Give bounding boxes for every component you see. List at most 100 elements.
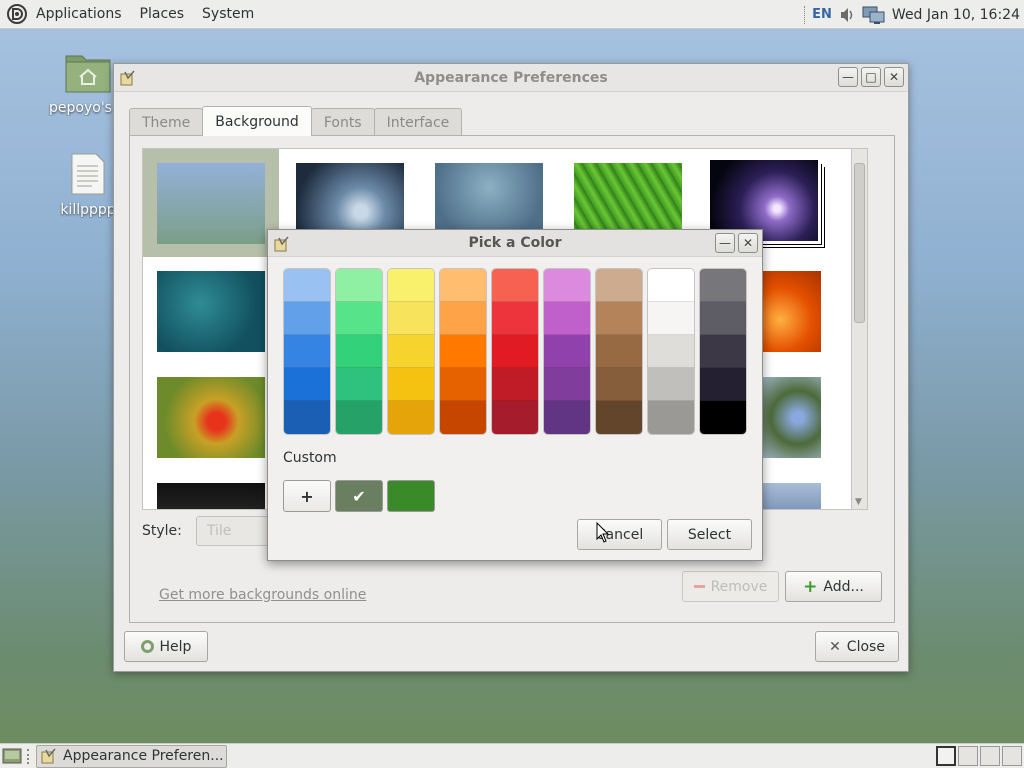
color-swatch[interactable] <box>492 368 538 401</box>
color-swatch[interactable] <box>596 269 642 302</box>
color-swatch[interactable] <box>336 401 382 434</box>
distro-logo-icon[interactable] <box>7 4 27 24</box>
color-swatch[interactable] <box>388 401 434 434</box>
color-swatch[interactable] <box>440 401 486 434</box>
wallpaper-thumb[interactable] <box>157 377 265 458</box>
color-swatch[interactable] <box>648 302 694 335</box>
color-swatch[interactable] <box>336 335 382 368</box>
color-swatch[interactable] <box>492 269 538 302</box>
maximize-button[interactable]: □ <box>861 67 881 87</box>
window-titlebar[interactable]: Appearance Preferences — □ ✕ <box>114 64 908 92</box>
dialog-close-button[interactable]: ✕ <box>738 233 758 253</box>
close-button[interactable]: ✕ Close <box>815 631 899 662</box>
custom-color-swatch-selected[interactable]: ✔ <box>335 480 383 512</box>
color-swatch[interactable] <box>492 335 538 368</box>
wallpaper-thumb[interactable] <box>157 163 265 244</box>
wallpaper-thumb[interactable] <box>763 271 821 352</box>
gallery-scrollbar[interactable]: ▼ <box>851 149 867 509</box>
places-menu[interactable]: Places <box>131 6 194 22</box>
plus-icon: + <box>300 486 314 506</box>
clock[interactable]: Wed Jan 10, 16:24 <box>892 7 1020 23</box>
color-swatch[interactable] <box>700 335 746 368</box>
color-palette <box>283 268 747 435</box>
scrollbar-thumb[interactable] <box>854 163 865 323</box>
dialog-titlebar[interactable]: Pick a Color — ✕ <box>268 230 762 257</box>
color-swatch[interactable] <box>596 302 642 335</box>
window-title: Appearance Preferences <box>414 69 608 86</box>
color-swatch[interactable] <box>492 401 538 434</box>
color-swatch[interactable] <box>440 302 486 335</box>
close-icon: ✕ <box>888 70 900 84</box>
add-custom-color-button[interactable]: + <box>283 480 331 512</box>
tab-theme[interactable]: Theme <box>129 108 204 136</box>
color-swatch[interactable] <box>336 302 382 335</box>
color-swatch[interactable] <box>700 269 746 302</box>
color-swatch[interactable] <box>284 401 330 434</box>
color-swatch[interactable] <box>336 269 382 302</box>
workspace-switcher-1[interactable] <box>936 746 956 766</box>
color-swatch[interactable] <box>492 302 538 335</box>
wallpaper-thumb[interactable] <box>763 377 821 458</box>
color-swatch[interactable] <box>544 302 590 335</box>
workspace-switcher-4[interactable] <box>1002 746 1022 766</box>
color-swatch[interactable] <box>284 335 330 368</box>
color-swatch[interactable] <box>336 368 382 401</box>
palette-column <box>491 268 539 435</box>
minimize-button[interactable]: — <box>838 67 858 87</box>
color-swatch[interactable] <box>700 368 746 401</box>
select-button[interactable]: Select <box>667 519 752 550</box>
show-desktop-icon[interactable] <box>2 747 22 765</box>
palette-column <box>543 268 591 435</box>
workspace-switcher-3[interactable] <box>980 746 1000 766</box>
color-swatch[interactable] <box>544 401 590 434</box>
panel-handle[interactable] <box>27 749 30 764</box>
mouse-cursor-icon <box>596 522 610 543</box>
color-swatch[interactable] <box>440 368 486 401</box>
color-swatch[interactable] <box>648 401 694 434</box>
color-swatch[interactable] <box>388 335 434 368</box>
tab-fonts[interactable]: Fonts <box>310 108 375 136</box>
system-menu[interactable]: System <box>193 6 263 22</box>
help-button[interactable]: Help <box>124 631 208 662</box>
style-combo[interactable]: Tile <box>195 516 276 546</box>
add-button[interactable]: + Add... <box>785 571 882 602</box>
color-swatch[interactable] <box>648 269 694 302</box>
color-swatch[interactable] <box>440 269 486 302</box>
color-swatch[interactable] <box>596 368 642 401</box>
wallpaper-thumb[interactable] <box>763 483 821 509</box>
color-swatch[interactable] <box>544 368 590 401</box>
color-swatch[interactable] <box>544 269 590 302</box>
volume-icon[interactable] <box>838 6 856 24</box>
color-swatch[interactable] <box>284 368 330 401</box>
color-swatch[interactable] <box>388 269 434 302</box>
color-swatch[interactable] <box>440 335 486 368</box>
color-swatch[interactable] <box>596 335 642 368</box>
color-swatch[interactable] <box>388 368 434 401</box>
taskbar-item-appearance[interactable]: Appearance Preferen... <box>36 744 227 768</box>
color-swatch[interactable] <box>648 335 694 368</box>
color-swatch[interactable] <box>700 401 746 434</box>
wallpaper-thumb[interactable] <box>157 483 265 509</box>
get-more-backgrounds-link[interactable]: Get more backgrounds online <box>159 587 366 603</box>
network-icon[interactable] <box>862 5 886 25</box>
tab-interface[interactable]: Interface <box>373 108 463 136</box>
color-swatch[interactable] <box>284 302 330 335</box>
close-window-button[interactable]: ✕ <box>884 67 904 87</box>
scroll-down-icon[interactable]: ▼ <box>855 497 862 507</box>
applications-menu[interactable]: Applications <box>27 6 131 22</box>
wallpaper-thumb[interactable] <box>157 271 265 352</box>
custom-color-swatch[interactable] <box>387 480 435 512</box>
color-swatch[interactable] <box>544 335 590 368</box>
color-swatch[interactable] <box>648 368 694 401</box>
workspace-switcher-2[interactable] <box>958 746 978 766</box>
color-swatch[interactable] <box>596 401 642 434</box>
color-swatch[interactable] <box>284 269 330 302</box>
tab-background[interactable]: Background <box>202 106 312 136</box>
keyboard-layout-indicator[interactable]: EN <box>812 7 832 22</box>
cancel-button[interactable]: Cancel <box>577 519 662 550</box>
dialog-minimize-button[interactable]: — <box>715 233 735 253</box>
custom-colors-label: Custom <box>283 450 337 466</box>
color-swatch[interactable] <box>700 302 746 335</box>
color-swatch[interactable] <box>388 302 434 335</box>
remove-button[interactable]: Remove <box>682 571 779 602</box>
